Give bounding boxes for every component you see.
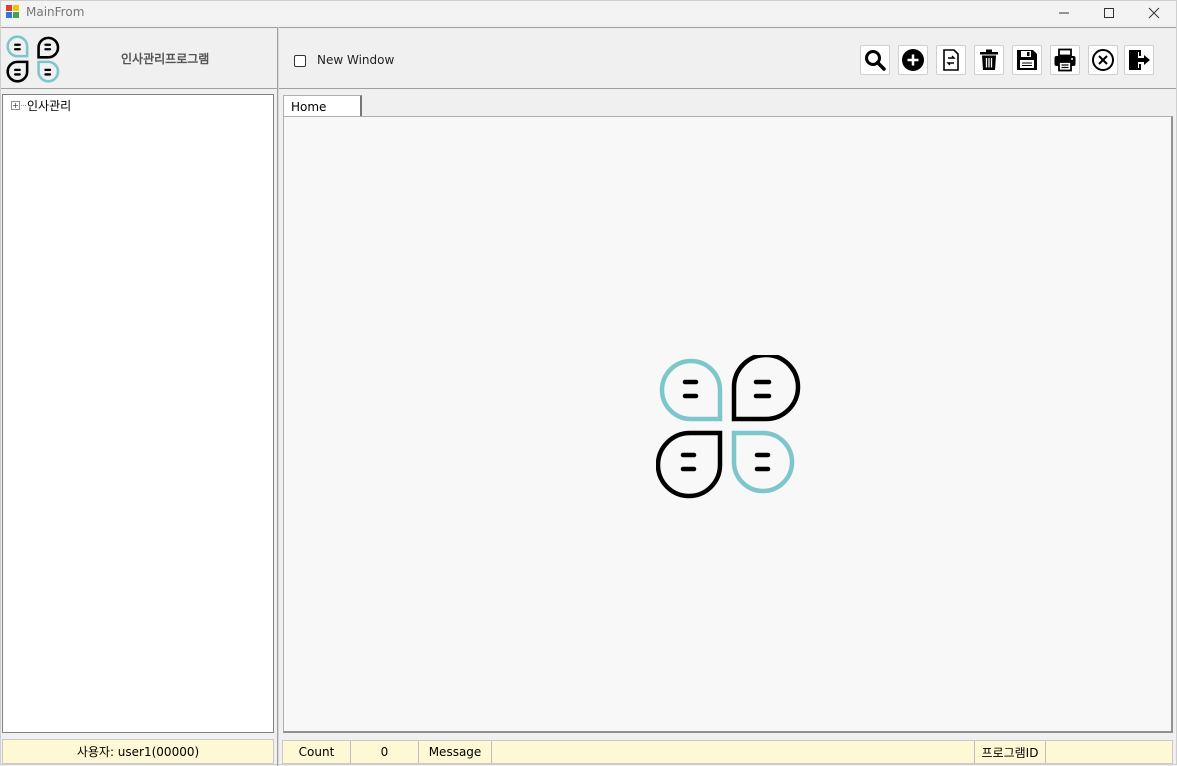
title-bar: MainFrom <box>1 1 1176 25</box>
user-status: 사용자: user1(00000) <box>2 739 274 764</box>
add-button[interactable] <box>898 45 928 75</box>
close-icon <box>1148 7 1160 19</box>
floppy-disk-icon <box>1017 50 1037 70</box>
status-bar: Count 0 Message 프로그램ID <box>282 740 1173 764</box>
panel-splitter[interactable] <box>277 27 279 766</box>
minimize-button[interactable] <box>1041 1 1087 25</box>
search-icon <box>865 50 886 71</box>
menu-tree[interactable]: + 인사관리 <box>2 94 274 733</box>
window-title: MainFrom <box>26 5 85 19</box>
trash-icon <box>980 49 998 70</box>
document-swap-icon <box>943 49 959 71</box>
new-window-checkbox[interactable] <box>294 55 306 67</box>
tab-content-home <box>283 116 1173 733</box>
search-button[interactable] <box>860 45 890 75</box>
logo-large-icon <box>656 355 801 499</box>
message-value <box>492 741 975 763</box>
app-name: 인사관리프로그램 <box>121 52 210 66</box>
close-form-button[interactable] <box>1088 45 1118 75</box>
minimize-icon <box>1059 12 1069 14</box>
count-label: Count <box>283 741 351 763</box>
exit-door-icon <box>1129 50 1150 70</box>
header-brand: 인사관리프로그램 <box>1 27 277 89</box>
program-id-value <box>1046 741 1172 763</box>
printer-icon <box>1054 48 1076 72</box>
tree-connector <box>21 105 26 106</box>
delete-button[interactable] <box>974 45 1004 75</box>
new-window-label[interactable]: New Window <box>317 53 394 67</box>
print-button[interactable] <box>1050 45 1080 75</box>
tree-node-label[interactable]: 인사관리 <box>27 97 71 114</box>
logo-icon <box>6 35 60 83</box>
toolbar-area: New Window <box>279 27 1176 89</box>
tree-node-hr[interactable]: + 인사관리 <box>11 97 71 114</box>
maximize-icon <box>1104 8 1114 18</box>
main-window: MainFrom 인사관리프로그램 New Window + 인사관리 Home… <box>0 0 1177 766</box>
exit-button[interactable] <box>1124 45 1154 75</box>
close-button[interactable] <box>1131 1 1177 25</box>
maximize-button[interactable] <box>1086 1 1132 25</box>
message-label: Message <box>419 741 492 763</box>
tab-home[interactable]: Home <box>283 95 362 117</box>
edit-button[interactable] <box>936 45 966 75</box>
save-button[interactable] <box>1012 45 1042 75</box>
count-value: 0 <box>351 741 419 763</box>
tree-expand-icon[interactable]: + <box>11 101 20 110</box>
x-circle-icon <box>1092 49 1114 71</box>
program-id-label: 프로그램ID <box>975 741 1046 763</box>
plus-circle-icon <box>902 49 924 71</box>
app-icon <box>6 5 20 19</box>
